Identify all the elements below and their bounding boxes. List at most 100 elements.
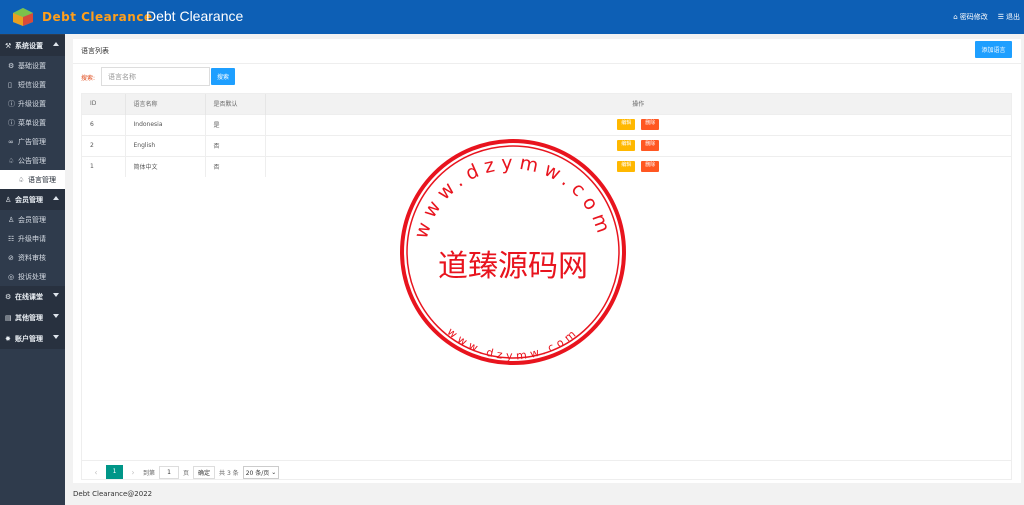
next-page-icon[interactable]: › bbox=[127, 468, 139, 477]
sidebar-group-online-classroom[interactable]: ⚙ 在线课堂 bbox=[0, 286, 65, 307]
gear-icon: ⚙ bbox=[8, 61, 15, 70]
bell-icon: ♤ bbox=[8, 156, 15, 165]
sidebar-item-label: 基础设置 bbox=[18, 61, 46, 70]
top-bar: Debt Clearance Debt Clearance ⌂ 密码修改 ☰ 退… bbox=[0, 0, 1024, 34]
page-size-value: 20 条/页 bbox=[245, 469, 270, 477]
cell-name: Indonesia bbox=[125, 113, 206, 135]
sidebar-group-member-management[interactable]: ♙ 会员管理 bbox=[0, 189, 65, 210]
cell-name: 简体中文 bbox=[125, 155, 206, 177]
list-icon: ☷ bbox=[8, 234, 15, 243]
sidebar-item-label: 菜单设置 bbox=[18, 118, 46, 127]
sidebar-item-profile-review[interactable]: ⊘ 资料审核 bbox=[0, 248, 65, 267]
delete-button[interactable]: 删除 bbox=[641, 161, 660, 173]
sidebar-group-system-settings[interactable]: ⚒ 系统设置 bbox=[0, 35, 65, 56]
goto-label: 到第 bbox=[143, 469, 156, 477]
sidebar-group-label: 账户管理 bbox=[15, 334, 43, 343]
sidebar-item-language-management[interactable]: ♤ 语言管理 bbox=[0, 170, 65, 189]
logo-icon bbox=[13, 8, 33, 26]
doc-icon: ▤ bbox=[5, 313, 12, 322]
page-title: 语言列表 bbox=[81, 47, 109, 55]
sidebar-item-upgrade-settings[interactable]: ⓘ 升级设置 bbox=[0, 94, 65, 113]
sidebar-item-upgrade-requests[interactable]: ☷ 升级申请 bbox=[0, 229, 65, 248]
chevron-down-icon bbox=[53, 293, 59, 297]
pagination: ‹ 1 › 到第 页 确定 共 3 条 20 条/页 ⌄ bbox=[90, 465, 280, 479]
goto-page-input[interactable] bbox=[159, 465, 180, 479]
sidebar-item-notice-management[interactable]: ♤ 公告管理 bbox=[0, 151, 65, 170]
logo-text: Debt Clearance bbox=[42, 10, 153, 24]
search-label: 搜索: bbox=[81, 75, 96, 82]
watermark-bottom-arc: www.dzymw.com bbox=[445, 325, 582, 362]
change-password-link[interactable]: ⌂ 密码修改 bbox=[953, 12, 987, 22]
page-size-select[interactable]: 20 条/页 ⌄ bbox=[242, 465, 280, 479]
chevron-up-icon bbox=[53, 42, 59, 46]
sidebar-item-label: 广告管理 bbox=[18, 137, 46, 146]
group-icon: ♙ bbox=[5, 195, 12, 204]
sidebar-item-label: 语言管理 bbox=[28, 175, 56, 184]
cell-id: 1 bbox=[82, 155, 126, 177]
cell-id: 6 bbox=[82, 113, 126, 135]
logout-link[interactable]: ☰ 退出 bbox=[998, 12, 1020, 22]
page-unit-label: 页 bbox=[183, 469, 190, 477]
phone-icon: ▯ bbox=[8, 80, 12, 89]
edit-button[interactable]: 编辑 bbox=[617, 119, 636, 130]
sidebar-group-other-management[interactable]: ▤ 其他管理 bbox=[0, 307, 65, 328]
sidebar-item-members[interactable]: ♙ 会员管理 bbox=[0, 210, 65, 229]
sidebar-item-basic-settings[interactable]: ⚙ 基础设置 bbox=[0, 56, 65, 75]
column-header-actions: 操作 bbox=[265, 94, 1011, 114]
sidebar-item-menu-settings[interactable]: ⓘ 菜单设置 bbox=[0, 113, 65, 132]
search-input[interactable] bbox=[101, 67, 210, 86]
search-button[interactable]: 搜索 bbox=[211, 68, 235, 85]
column-header-default[interactable]: 是否默认 bbox=[205, 94, 266, 114]
watermark-main-text: 道臻源码网 bbox=[438, 249, 588, 284]
sidebar-group-label: 其他管理 bbox=[15, 313, 43, 322]
star-icon: ✸ bbox=[5, 334, 11, 343]
table-row: 6 Indonesia 是 编辑 删除 bbox=[82, 113, 1011, 135]
info-icon: ⓘ bbox=[8, 99, 15, 108]
sidebar-item-sms-settings[interactable]: ▯ 短信设置 bbox=[0, 75, 65, 94]
column-header-name[interactable]: 语言名称 bbox=[125, 94, 206, 114]
user-icon: ♙ bbox=[8, 215, 15, 224]
menu-icon: ☰ bbox=[997, 13, 1004, 21]
sidebar-item-label: 资料审核 bbox=[18, 253, 46, 262]
divider bbox=[73, 63, 1021, 64]
cell-actions: 编辑 删除 bbox=[265, 155, 1011, 177]
column-header-id[interactable]: ID bbox=[82, 94, 126, 114]
change-password-label: 密码修改 bbox=[959, 13, 988, 21]
sidebar-group-account-management[interactable]: ✸ 账户管理 bbox=[0, 328, 65, 349]
chevron-down-icon bbox=[53, 335, 59, 339]
watermark-stamp: www.dzymw.com www.dzymw.com 道臻源码网 bbox=[400, 139, 626, 365]
sidebar-group-label: 会员管理 bbox=[15, 195, 43, 204]
sidebar-item-label: 短信设置 bbox=[18, 80, 46, 89]
settings-icon: ⚒ bbox=[5, 41, 12, 50]
chevron-down-icon: ⌄ bbox=[271, 468, 277, 476]
cell-actions: 编辑 删除 bbox=[265, 113, 1011, 135]
footer-text: Debt Clearance@2022 bbox=[73, 490, 153, 498]
delete-button[interactable]: 删除 bbox=[641, 119, 660, 130]
cell-default: 否 bbox=[205, 134, 266, 156]
info-icon: ⓘ bbox=[8, 118, 15, 127]
divider bbox=[82, 460, 1011, 461]
table-header-row: ID 语言名称 是否默认 操作 bbox=[82, 94, 1011, 114]
logout-label: 退出 bbox=[1006, 13, 1020, 21]
sidebar-item-label: 会员管理 bbox=[18, 215, 46, 224]
check-icon: ⊘ bbox=[8, 253, 14, 262]
app-title: Debt Clearance bbox=[146, 8, 244, 24]
chevron-down-icon bbox=[53, 314, 59, 318]
sidebar-group-label: 系统设置 bbox=[15, 41, 43, 50]
current-page[interactable]: 1 bbox=[106, 465, 123, 479]
sidebar-item-ad-management[interactable]: ∞ 广告管理 bbox=[0, 132, 65, 151]
add-language-button[interactable]: 添加语言 bbox=[975, 41, 1012, 58]
goto-confirm-button[interactable]: 确定 bbox=[193, 465, 216, 479]
sidebar-item-label: 升级申请 bbox=[18, 234, 46, 243]
bell-icon: ♤ bbox=[18, 175, 25, 184]
sidebar-item-label: 公告管理 bbox=[18, 156, 46, 165]
delete-button[interactable]: 删除 bbox=[641, 140, 660, 151]
cell-actions: 编辑 删除 bbox=[265, 134, 1011, 156]
cell-id: 2 bbox=[82, 134, 126, 156]
total-count: 共 3 条 bbox=[219, 469, 239, 477]
cell-default: 是 bbox=[205, 113, 266, 135]
sidebar-item-label: 升级设置 bbox=[18, 99, 46, 108]
cell-name: English bbox=[125, 134, 206, 156]
prev-page-icon[interactable]: ‹ bbox=[90, 468, 102, 477]
sidebar-item-complaints[interactable]: ◎ 投诉处理 bbox=[0, 267, 65, 286]
